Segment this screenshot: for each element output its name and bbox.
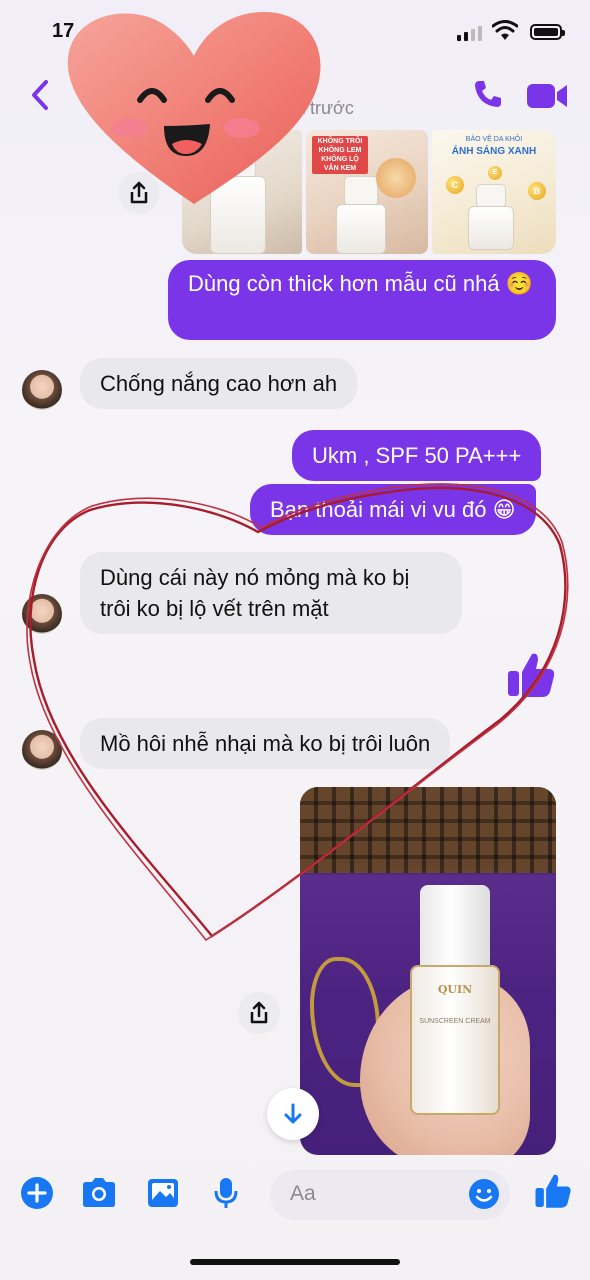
emoji-icon[interactable] (468, 1178, 500, 1215)
gallery-icon[interactable] (146, 1176, 180, 1215)
shared-photo-3[interactable]: BẢO VỆ DA KHỎI ÁNH SÁNG XANH C B E (432, 130, 556, 254)
message-bubble-incoming[interactable]: Chống nắng cao hơn ah (80, 358, 358, 409)
like-icon[interactable] (506, 650, 556, 705)
heart-sticker (60, 4, 328, 210)
message-bubble-incoming[interactable]: Mồ hôi nhễ nhại mà ko bị trôi luôn (80, 718, 451, 769)
message-bubble-outgoing[interactable]: Bạn thoải mái vi vu đó 😁 (250, 484, 536, 535)
wifi-icon (491, 20, 519, 47)
video-icon[interactable] (526, 82, 568, 115)
avatar[interactable] (22, 730, 62, 770)
arrow-down-icon (284, 1103, 302, 1124)
scroll-down-button[interactable] (267, 1088, 319, 1140)
message-bubble-outgoing[interactable]: Ukm , SPF 50 PA+++ (292, 430, 542, 481)
plus-icon[interactable] (20, 1176, 54, 1215)
battery-icon (530, 24, 565, 40)
home-indicator (190, 1259, 400, 1265)
phone-icon[interactable] (472, 78, 504, 115)
message-bubble-incoming[interactable]: Dùng cái này nó mỏng mà ko bị trôi ko bị… (80, 552, 462, 634)
product-photo[interactable]: QUIN SUNSCREEN CREAM (300, 787, 556, 1155)
cellular-signal-icon (457, 26, 482, 41)
message-bubble-outgoing[interactable]: Dùng còn thick hơn mẫu cũ nhá ☺️ (168, 260, 556, 340)
back-icon[interactable] (28, 78, 52, 117)
message-input-placeholder: Aa (290, 1182, 316, 1205)
like-icon[interactable] (534, 1172, 572, 1215)
share-icon[interactable] (238, 992, 280, 1034)
mic-icon[interactable] (212, 1176, 240, 1215)
avatar[interactable] (22, 594, 62, 634)
avatar[interactable] (22, 370, 62, 410)
camera-icon[interactable] (80, 1176, 118, 1215)
